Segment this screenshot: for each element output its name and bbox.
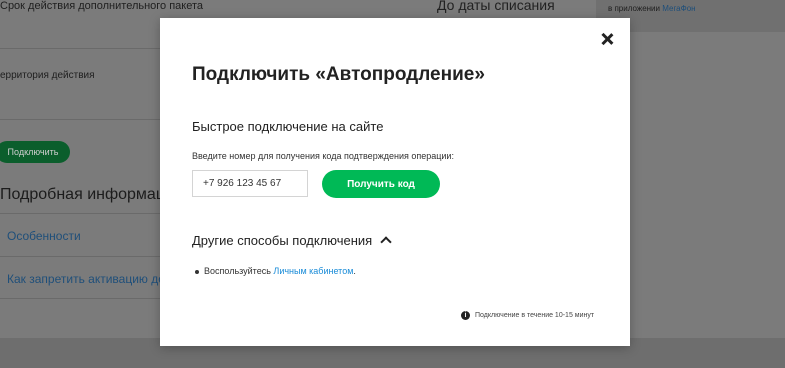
territory-label: ерритория действия (0, 70, 95, 81)
connect-button[interactable]: Подключить (0, 141, 70, 163)
get-code-button[interactable]: Получить код (322, 170, 440, 198)
divider (0, 119, 160, 120)
phone-hint: Введите номер для получения кода подтвер… (192, 151, 454, 161)
modal-title: Подключить «Автопродление» (192, 64, 485, 85)
personal-cabinet-link[interactable]: Личным кабинетом (273, 266, 353, 276)
until-label: До даты списания (437, 0, 555, 13)
promo-text-label: в приложении (608, 4, 660, 13)
divider (0, 213, 160, 214)
info-note: i Подключение в течение 10-15 минут (461, 311, 594, 320)
info-icon: i (461, 311, 470, 320)
close-icon[interactable] (600, 32, 614, 46)
megafon-link[interactable]: МегаФон (662, 4, 695, 13)
autorenew-modal: Подключить «Автопродление» Быстрое подкл… (160, 18, 630, 346)
promo-text: в приложении МегаФон (608, 4, 696, 13)
other-methods-toggle[interactable]: Другие способы подключения (192, 233, 392, 248)
list-item: Воспользуйтесь Личным кабинетом. (195, 266, 356, 276)
chevron-up-icon (380, 236, 392, 248)
use-suffix: . (353, 266, 356, 276)
features-link[interactable]: Особенности (7, 229, 81, 243)
phone-input[interactable] (192, 170, 308, 197)
divider (0, 298, 160, 299)
quick-connect-subtitle: Быстрое подключение на сайте (192, 119, 384, 134)
validity-label: Срок действия дополнительного пакета (0, 0, 204, 12)
divider (0, 48, 160, 49)
details-heading: Подробная информация (0, 186, 183, 203)
divider (0, 256, 160, 257)
info-text: Подключение в течение 10-15 минут (475, 312, 595, 319)
prohibit-activation-link[interactable]: Как запретить активацию до (7, 272, 165, 286)
use-prefix: Воспользуйтесь (204, 266, 271, 276)
other-methods-label: Другие способы подключения (192, 233, 373, 248)
